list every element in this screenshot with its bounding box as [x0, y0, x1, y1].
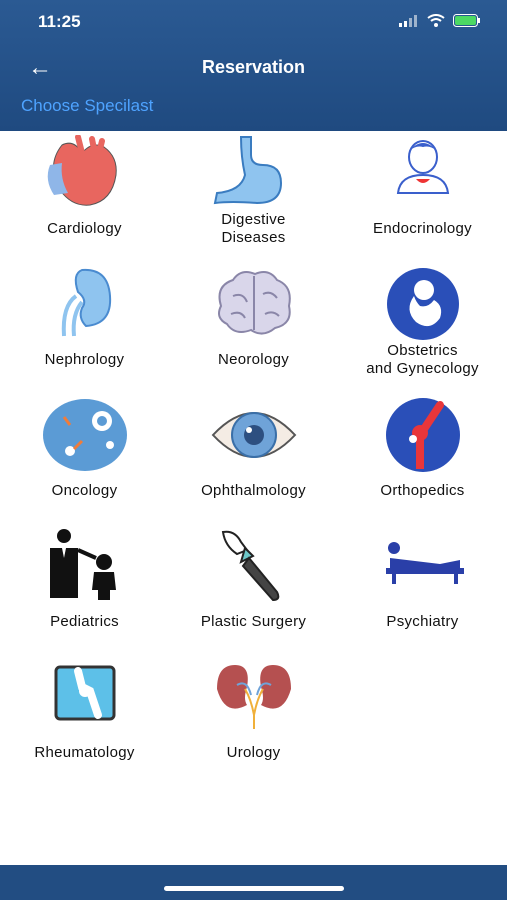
- brain-icon: [218, 271, 291, 335]
- specialty-rheumatology[interactable]: Rheumatology: [0, 655, 169, 785]
- specialty-psychiatry[interactable]: Psychiatry: [338, 524, 507, 654]
- kidneys-bladder-icon: [217, 665, 291, 729]
- doctor-child-icon: [50, 529, 116, 600]
- knee-xray-icon: [54, 665, 116, 721]
- specialty-digestive-diseases[interactable]: Digestive Diseases: [169, 131, 338, 261]
- specialty-neorology[interactable]: Neorology: [169, 262, 338, 392]
- specialty-label: Pediatrics: [50, 613, 119, 630]
- specialty-label: Digestive Diseases: [221, 211, 286, 246]
- specialty-label: Oncology: [51, 482, 118, 499]
- fetus-icon: [387, 268, 459, 340]
- couch-icon: [386, 542, 464, 584]
- specialty-label: Plastic Surgery: [200, 613, 307, 630]
- page-title: Reservation: [201, 57, 306, 77]
- wifi-icon: [427, 14, 445, 27]
- thyroid-person-icon: [396, 140, 450, 194]
- specialty-label: Cardiology: [47, 220, 122, 237]
- specialty-label: Ophthalmology: [201, 482, 306, 499]
- specialty-label: Rheumatology: [34, 744, 135, 761]
- eye-icon: [211, 412, 297, 458]
- bone-joint-icon: [386, 398, 460, 472]
- specialty-label: Neorology: [217, 351, 290, 368]
- cell-icon: [43, 399, 127, 471]
- specialty-label: Psychiatry: [386, 613, 459, 630]
- specialty-urology[interactable]: Urology: [169, 655, 338, 785]
- bottom-bar: [0, 865, 507, 900]
- specialty-label: Orthopedics: [380, 482, 465, 499]
- specialty-label: Urology: [226, 744, 281, 761]
- status-time: 11:25: [38, 12, 81, 31]
- specialty-plastic-surgery[interactable]: Plastic Surgery: [169, 524, 338, 654]
- specialty-ophthalmology[interactable]: Ophthalmology: [169, 393, 338, 523]
- specialty-endocrinology[interactable]: Endocrinology: [338, 131, 507, 261]
- battery-icon: [453, 14, 480, 27]
- scalpel-icon: [221, 530, 280, 602]
- home-indicator[interactable]: [164, 886, 344, 891]
- specialty-nephrology[interactable]: Nephrology: [0, 262, 169, 392]
- specialty-oncology[interactable]: Oncology: [0, 393, 169, 523]
- status-icons: [399, 14, 481, 27]
- specialty-pediatrics[interactable]: Pediatrics: [0, 524, 169, 654]
- specialty-label: Endocrinology: [373, 220, 472, 237]
- specialty-obstetrics-gynecology[interactable]: Obstetrics and Gynecology: [338, 262, 507, 392]
- specialty-cardiology[interactable]: Cardiology: [0, 131, 169, 261]
- kidney-icon: [61, 268, 112, 337]
- specialty-label: Nephrology: [44, 351, 125, 368]
- specialty-orthopedics[interactable]: Orthopedics: [338, 393, 507, 523]
- stomach-icon: [213, 136, 283, 205]
- section-subtitle: Choose Specilast: [21, 96, 154, 115]
- signal-icon: [399, 14, 417, 27]
- app-header: 11:25 ← Reservation Choose Specilast: [0, 0, 507, 131]
- specialty-label: Obstetrics and Gynecology: [366, 342, 479, 377]
- heart-icon: [47, 135, 117, 206]
